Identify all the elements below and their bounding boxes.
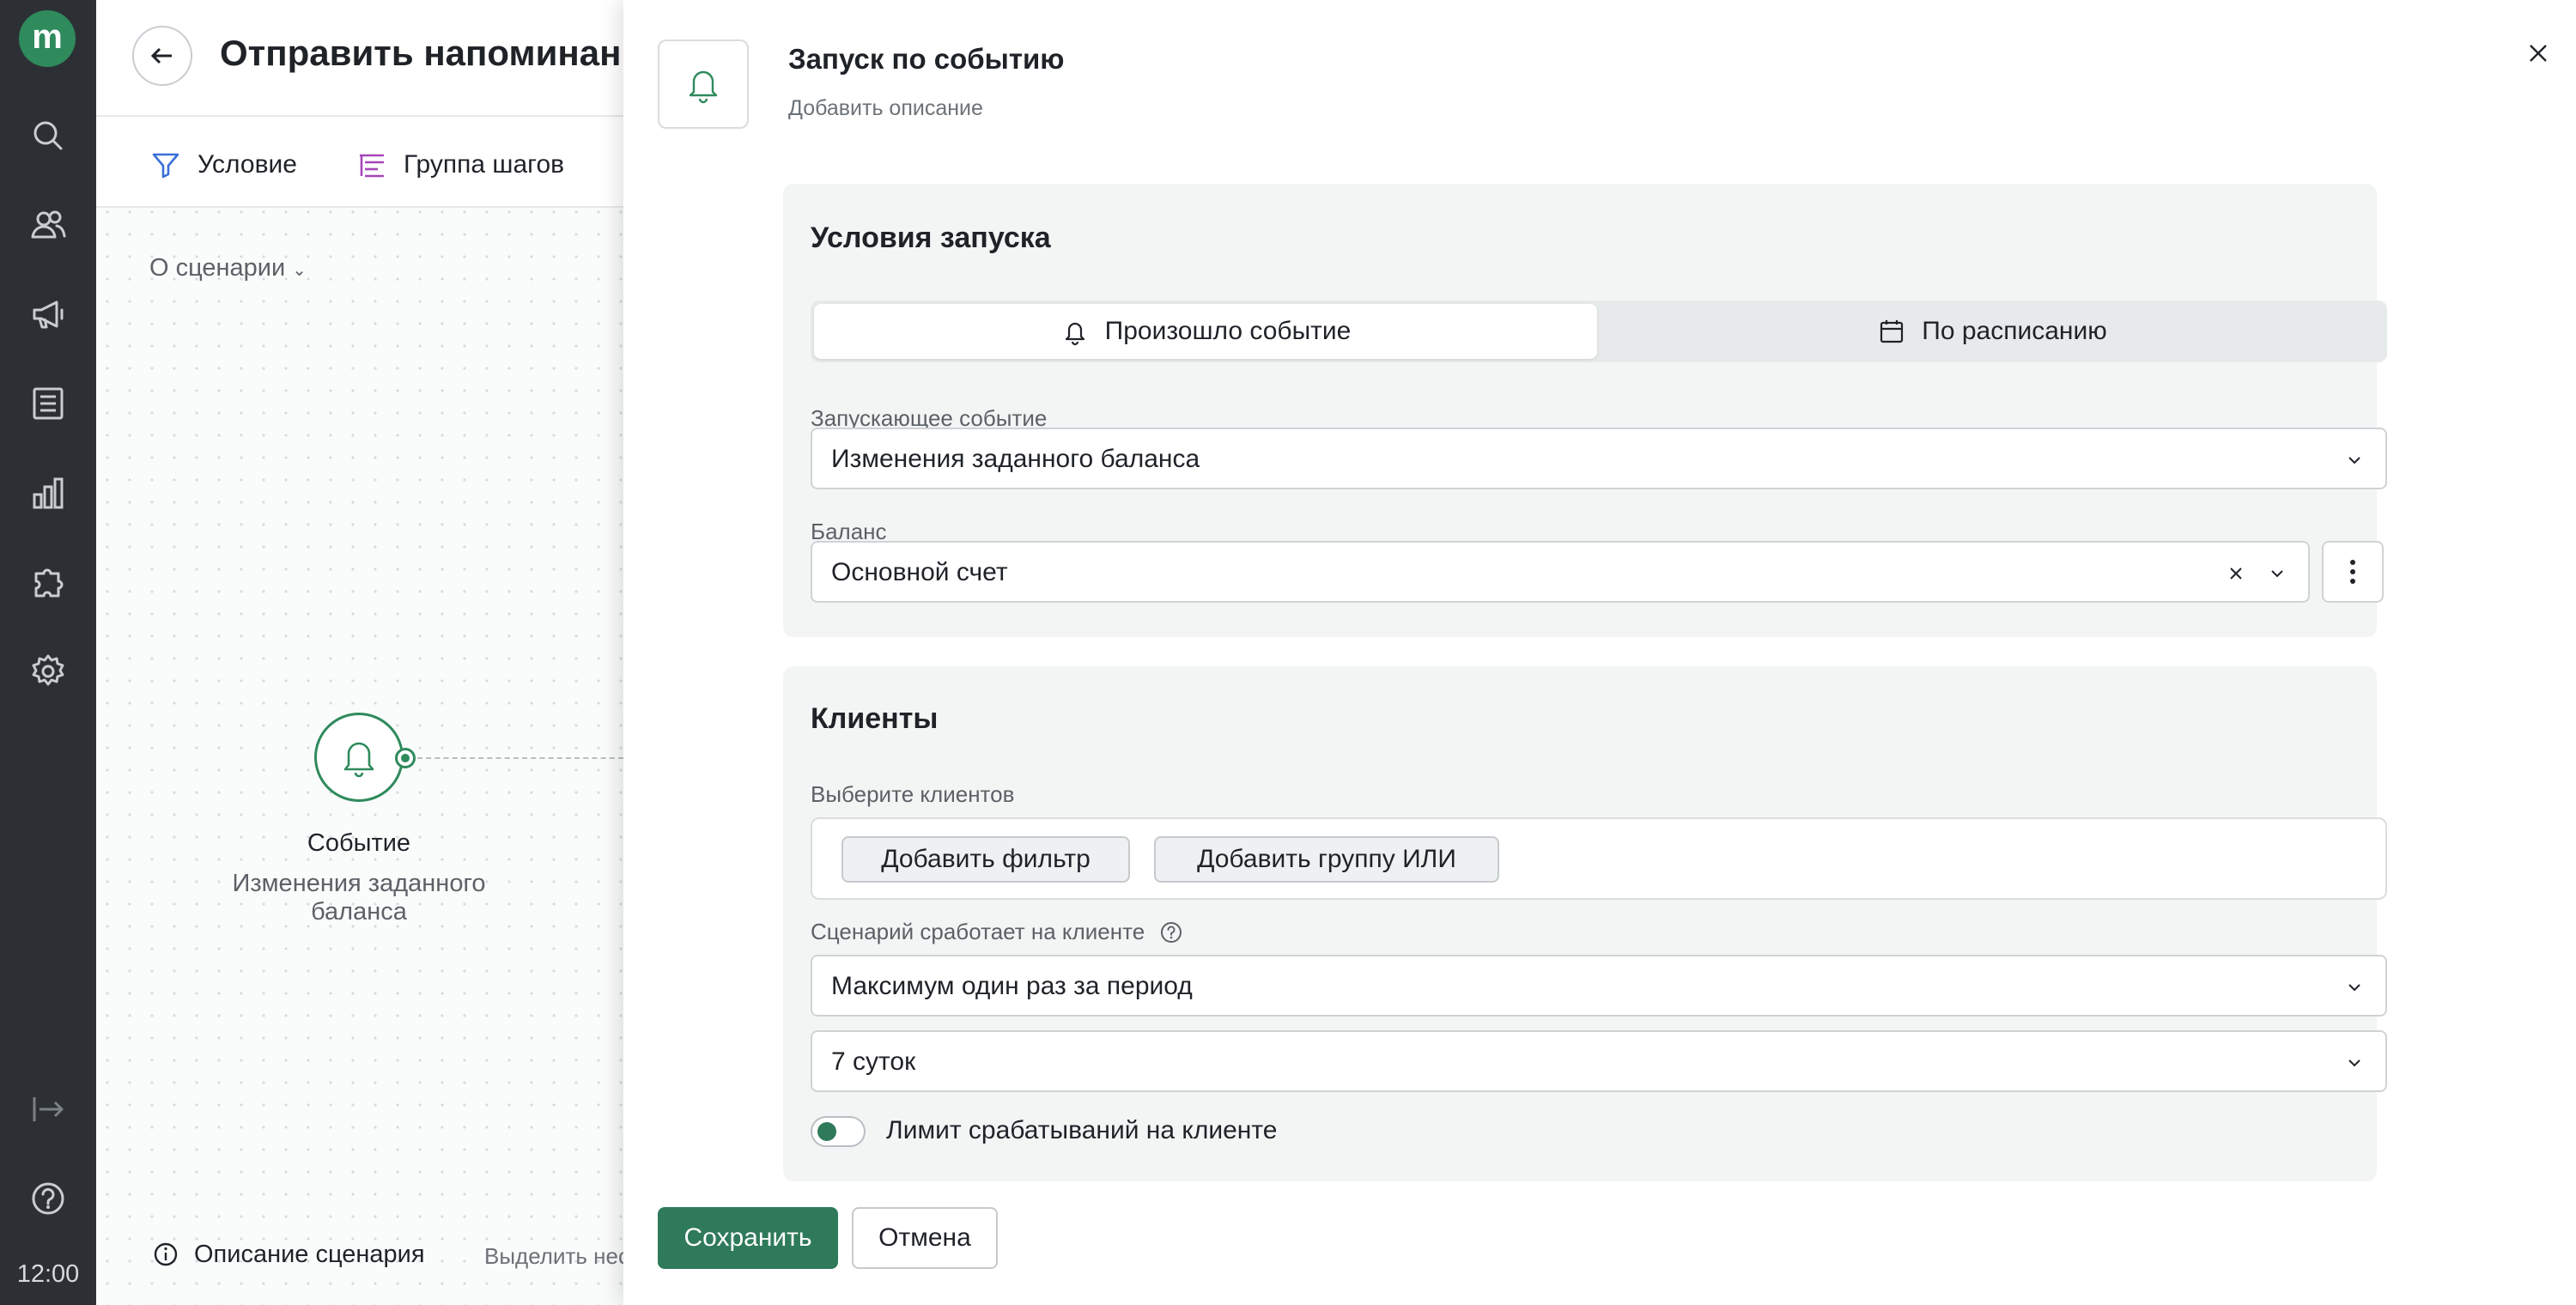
select-clients-label: Выберите клиентов [811,781,1015,807]
bell-icon [343,742,374,778]
cancel-button[interactable]: Отмена [852,1207,998,1269]
clients-heading: Клиенты [811,702,939,735]
add-condition-label: Условие [197,150,297,179]
search-icon[interactable] [27,115,69,156]
event-trigger-drawer: Запуск по событию Добавить описание Усло… [623,0,2576,1305]
help-icon[interactable] [1158,920,1184,945]
chevron-down-icon [2344,977,2365,998]
chevron-down-icon [2344,450,2365,470]
help-icon[interactable] [27,1178,69,1219]
app-sidebar: m 12:00 [0,0,96,1305]
arrow-left-icon [150,47,172,64]
about-scenario-label: О сценарии [149,254,286,282]
trigger-on-client-label: Сценарий сработает на клиенте [811,919,1184,945]
bell-icon [1065,322,1084,346]
launch-conditions-heading: Условия запуска [811,222,1051,254]
app-logo[interactable]: m [19,10,76,67]
add-condition-button[interactable]: Условие [149,144,297,185]
period-select[interactable]: 7 суток [811,1030,2387,1092]
trigger-event-select[interactable]: Изменения заданного баланса [811,428,2387,489]
chart-icon[interactable] [27,472,69,513]
tab-schedule[interactable]: По расписанию [1601,304,2384,359]
chevron-down-icon: ⌄ [292,261,307,280]
step-group-icon [360,154,384,178]
scenario-description-label: Описание сценария [194,1240,425,1268]
close-button[interactable] [2523,38,2554,69]
clear-icon[interactable] [2226,563,2246,584]
node-subtitle: Изменения заданного баланса [232,870,486,926]
frequency-value: Максимум один раз за период [831,972,1193,1000]
add-or-group-button[interactable]: Добавить группу ИЛИ [1154,836,1499,883]
list-icon[interactable] [27,383,69,424]
trigger-on-client-text: Сценарий сработает на клиенте [811,919,1145,944]
trigger-type-switch: Произошло событие По расписанию [811,300,2387,362]
tab-event-occurred[interactable]: Произошло событие [814,304,1597,359]
puzzle-icon[interactable] [27,561,69,603]
clock: 12:00 [16,1260,80,1288]
filter-icon [152,153,179,179]
bell-icon [689,70,718,104]
balance-value: Основной счет [831,558,1008,586]
chevron-down-icon [2344,1053,2365,1073]
period-value: 7 суток [831,1047,916,1076]
close-icon [2530,45,2547,62]
event-node[interactable] [314,713,404,802]
page-title: Отправить напоминание [220,33,664,73]
chevron-down-icon [2267,563,2287,584]
add-step-group-button[interactable]: Группа шагов [355,144,564,185]
frequency-select[interactable]: Максимум один раз за период [811,955,2387,1017]
calendar-icon [1880,320,1904,343]
info-icon [154,1242,178,1266]
gear-icon[interactable] [27,651,69,692]
client-filter-box: Добавить фильтр Добавить группу ИЛИ [811,817,2387,900]
about-scenario-dropdown[interactable]: О сценарии ⌄ [149,254,307,282]
save-button[interactable]: Сохранить [658,1207,838,1269]
add-description-link[interactable]: Добавить описание [788,96,983,121]
scenario-description-button[interactable]: Описание сценария [151,1240,425,1269]
drawer-title: Запуск по событию [788,43,1065,75]
more-vertical-icon [2350,560,2355,584]
balance-more-button[interactable] [2322,541,2384,603]
balance-select[interactable]: Основной счет [811,541,2310,603]
node-connector [417,757,623,759]
add-filter-button[interactable]: Добавить фильтр [841,836,1130,883]
collapse-arrow-icon[interactable] [27,1089,69,1130]
node-output-port[interactable] [395,748,416,768]
clients-card: Клиенты Выберите клиентов Добавить фильт… [783,666,2387,1181]
tab-event-occurred-label: Произошло событие [1104,317,1352,345]
node-title: Событие [307,829,411,857]
selection-hint: Выделить нес [484,1243,629,1269]
users-icon[interactable] [27,204,69,246]
launch-conditions-card: Условия запуска Произошло событие По рас… [783,184,2387,637]
limit-toggle[interactable] [811,1116,866,1147]
add-step-group-label: Группа шагов [404,150,565,179]
trigger-icon-box [658,39,749,129]
back-button[interactable] [132,26,192,86]
tab-schedule-label: По расписанию [1922,317,2107,345]
trigger-event-value: Изменения заданного баланса [831,445,1200,473]
megaphone-icon[interactable] [27,294,69,335]
limit-toggle-label: Лимит срабатываний на клиенте [886,1116,1278,1144]
